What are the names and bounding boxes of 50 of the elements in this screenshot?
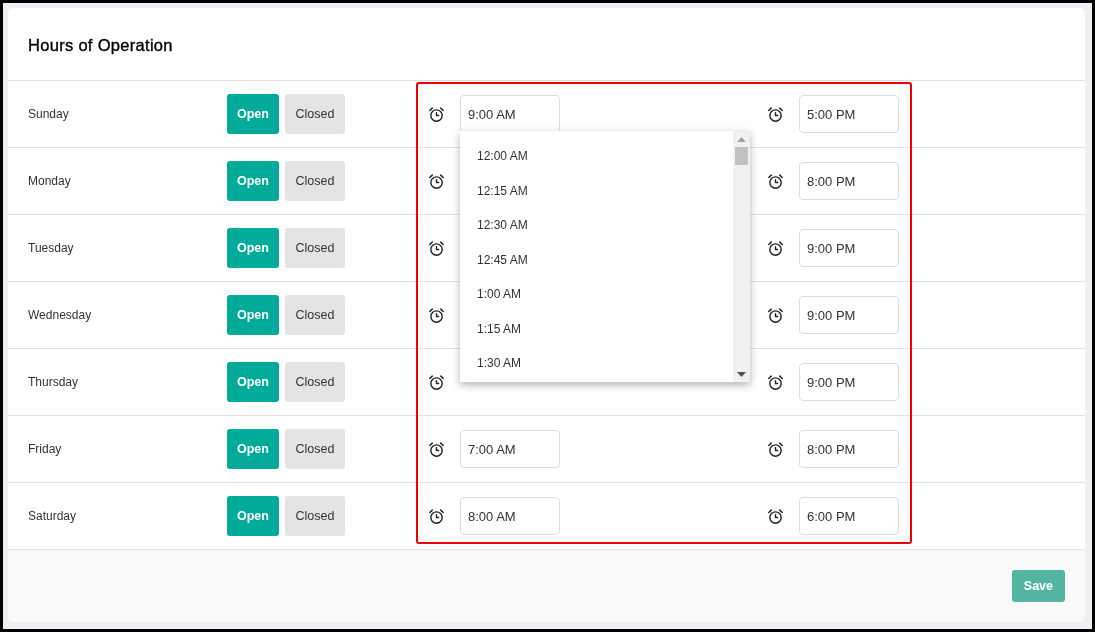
- alarm-clock-icon: [428, 507, 445, 525]
- time-input[interactable]: 9:00 PM: [799, 363, 899, 401]
- alarm-clock-icon: [428, 440, 445, 458]
- time-input[interactable]: 6:00 PM: [799, 497, 899, 535]
- alarm-clock-icon: [428, 373, 445, 391]
- time-input[interactable]: 9:00 PM: [799, 296, 899, 334]
- status-toggle-button[interactable]: Closed: [284, 94, 345, 134]
- day-label: Friday: [28, 442, 62, 456]
- day-label: Tuesday: [28, 241, 74, 255]
- time-option[interactable]: 1:00 AM: [460, 277, 733, 312]
- time-input[interactable]: 9:00 PM: [799, 229, 899, 267]
- day-label: Saturday: [28, 509, 77, 523]
- time-input[interactable]: 8:00 PM: [799, 162, 899, 200]
- alarm-clock-icon: [767, 172, 784, 190]
- alarm-clock-icon: [767, 306, 784, 324]
- status-toggle-button[interactable]: Closed: [284, 161, 345, 201]
- day-label: Wednesday: [28, 308, 92, 322]
- alarm-clock-icon: [428, 105, 445, 123]
- alarm-clock-icon: [428, 172, 445, 190]
- day-label: Sunday: [28, 107, 69, 121]
- status-toggle-button[interactable]: Closed: [284, 429, 345, 469]
- scroll-up-arrow-icon[interactable]: [737, 137, 746, 142]
- scroll-down-arrow-icon[interactable]: [737, 372, 746, 377]
- scrollbar-thumb[interactable]: [735, 147, 748, 165]
- scrollbar[interactable]: [733, 131, 750, 382]
- time-option[interactable]: 12:30 AM: [460, 208, 733, 243]
- time-input[interactable]: 7:00 AM: [460, 430, 560, 468]
- time-input[interactable]: 8:00 PM: [799, 430, 899, 468]
- time-input[interactable]: 8:00 AM: [460, 497, 560, 535]
- section-title: Hours of Operation: [28, 35, 173, 55]
- alarm-clock-icon: [428, 239, 445, 257]
- alarm-clock-icon: [767, 373, 784, 391]
- time-option[interactable]: 1:15 AM: [460, 311, 733, 346]
- day-label: Monday: [28, 174, 71, 188]
- alarm-clock-icon: [428, 306, 445, 324]
- time-option[interactable]: 1:30 AM: [460, 346, 733, 381]
- alarm-clock-icon: [767, 507, 784, 525]
- status-toggle-button[interactable]: Closed: [284, 496, 345, 536]
- time-option[interactable]: 12:45 AM: [460, 242, 733, 277]
- time-option[interactable]: 12:15 AM: [460, 173, 733, 208]
- time-input[interactable]: 9:00 AM: [460, 95, 560, 133]
- status-toggle-button[interactable]: Closed: [284, 228, 345, 268]
- time-option[interactable]: 12:00 AM: [460, 139, 733, 174]
- day-label: Thursday: [28, 375, 79, 389]
- status-toggle-button[interactable]: Closed: [284, 362, 345, 402]
- status-toggle-button[interactable]: Closed: [284, 295, 345, 335]
- alarm-clock-icon: [767, 239, 784, 257]
- time-input[interactable]: 5:00 PM: [799, 95, 899, 133]
- alarm-clock-icon: [767, 105, 784, 123]
- alarm-clock-icon: [767, 440, 784, 458]
